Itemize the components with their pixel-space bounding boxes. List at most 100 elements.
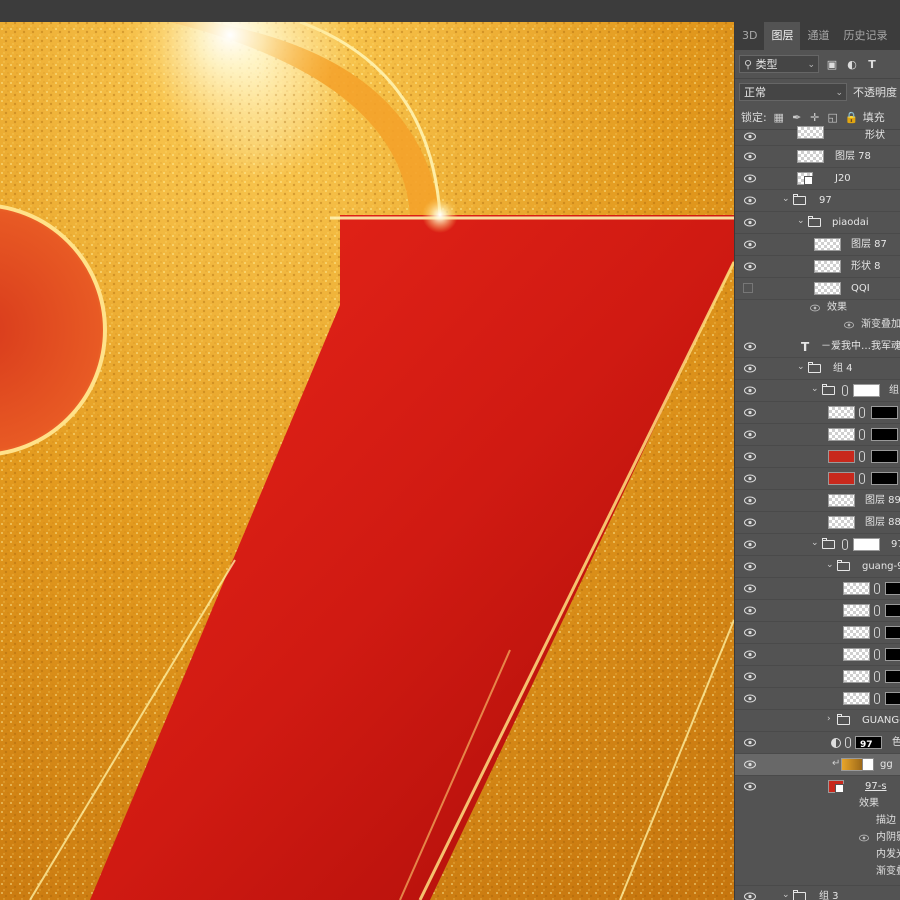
eye-icon[interactable]: [744, 452, 756, 461]
type-filter-icon[interactable]: T: [865, 57, 879, 71]
eye-icon[interactable]: [744, 152, 756, 161]
effects-label[interactable]: 效果: [810, 300, 847, 316]
layer-mask-thumbnail[interactable]: [871, 428, 898, 441]
eye-icon[interactable]: [744, 628, 756, 637]
blend-mode-select[interactable]: 正常 ⌄: [739, 83, 847, 101]
eye-icon[interactable]: [744, 364, 756, 373]
eye-icon[interactable]: [744, 132, 756, 141]
lock-move-icon[interactable]: ✛: [809, 111, 821, 124]
layer-mask-thumbnail[interactable]: [885, 626, 900, 639]
tab-history[interactable]: 历史记录: [836, 22, 894, 50]
group-row-97b[interactable]: ⌄ 97: [735, 534, 900, 556]
eye-icon[interactable]: [744, 540, 756, 549]
eye-icon[interactable]: [744, 892, 756, 900]
eye-icon[interactable]: [744, 408, 756, 417]
eye-icon[interactable]: [844, 321, 854, 329]
tab-channels[interactable]: 通道: [800, 22, 836, 50]
eye-icon[interactable]: [744, 386, 756, 395]
lock-artboard-icon[interactable]: ◱: [827, 111, 839, 124]
eye-icon[interactable]: [859, 834, 869, 842]
effect-gradient-overlay-2[interactable]: 渐变叠加: [876, 864, 900, 880]
group-row-guang[interactable]: ⌄ guang-9: [735, 556, 900, 578]
layer-mask-thumbnail[interactable]: [853, 384, 880, 397]
tab-layers[interactable]: 图层: [764, 22, 801, 50]
eye-icon[interactable]: [744, 562, 756, 571]
layer-mask-thumbnail[interactable]: [885, 604, 900, 617]
layer-row-masked-3[interactable]: [735, 446, 900, 468]
layer-row-89[interactable]: 图层 89: [735, 490, 900, 512]
layer-row-87[interactable]: 图层 87: [735, 234, 900, 256]
link-icon[interactable]: [874, 693, 880, 704]
effect-gradient-overlay[interactable]: 渐变叠加: [844, 317, 900, 333]
layer-row-partial[interactable]: 形状: [735, 126, 900, 146]
eye-icon[interactable]: [744, 342, 756, 351]
lock-paint-icon[interactable]: ✒: [791, 111, 803, 124]
effect-stroke[interactable]: 描边: [876, 813, 896, 829]
link-icon[interactable]: [874, 649, 880, 660]
layer-row-guang-5[interactable]: [735, 666, 900, 688]
layer-mask-thumbnail[interactable]: [885, 692, 900, 705]
link-icon[interactable]: [859, 473, 865, 484]
link-icon[interactable]: [874, 583, 880, 594]
layer-row-guang-6[interactable]: [735, 688, 900, 710]
link-icon[interactable]: [859, 407, 865, 418]
eye-icon[interactable]: [744, 584, 756, 593]
link-icon[interactable]: [842, 539, 848, 550]
link-icon[interactable]: [874, 671, 880, 682]
layer-mask-thumbnail[interactable]: [871, 450, 898, 463]
lock-transparent-icon[interactable]: ▦: [773, 111, 785, 124]
eye-icon[interactable]: [744, 694, 756, 703]
eye-icon[interactable]: [744, 430, 756, 439]
group-row-3[interactable]: ⌄ 组 3: [735, 885, 900, 900]
chevron-down-icon[interactable]: ⌄: [782, 890, 790, 900]
filter-kind-select[interactable]: ⚲ 类型 ⌄: [739, 55, 819, 73]
chevron-down-icon[interactable]: ⌄: [782, 194, 790, 204]
layer-row-masked-2[interactable]: [735, 424, 900, 446]
link-icon[interactable]: [842, 385, 848, 396]
layer-mask-thumbnail[interactable]: [885, 648, 900, 661]
effects-label-2[interactable]: 效果: [859, 796, 879, 812]
layer-row-masked-4[interactable]: [735, 468, 900, 490]
eye-icon[interactable]: [744, 738, 756, 747]
group-row-4[interactable]: ⌄ 组 4: [735, 358, 900, 380]
adjustment-layer-row[interactable]: 97 色: [735, 732, 900, 754]
group-row-sub[interactable]: ⌄ 组: [735, 380, 900, 402]
layer-row-guang-1[interactable]: [735, 578, 900, 600]
eye-icon[interactable]: [810, 304, 820, 312]
link-icon[interactable]: [874, 627, 880, 638]
group-row-97[interactable]: ⌄ 97: [735, 190, 900, 212]
eye-icon[interactable]: [744, 650, 756, 659]
layer-row-guang-2[interactable]: [735, 600, 900, 622]
chevron-down-icon[interactable]: ⌄: [811, 538, 819, 548]
layer-row-97s[interactable]: 97-s: [735, 776, 900, 798]
effect-inner-glow[interactable]: 内发光: [876, 847, 900, 863]
text-layer-row[interactable]: T －爱我中…我军魂: [735, 336, 900, 358]
layer-mask-thumbnail[interactable]: [885, 670, 900, 683]
eye-icon[interactable]: [744, 240, 756, 249]
layer-row-88[interactable]: 图层 88: [735, 512, 900, 534]
adjustment-filter-icon[interactable]: ◐: [845, 57, 859, 71]
tab-3d[interactable]: 3D: [735, 22, 764, 50]
link-icon[interactable]: [874, 605, 880, 616]
layer-row-j20[interactable]: J20: [735, 168, 900, 190]
layer-mask-thumbnail[interactable]: [885, 582, 900, 595]
eye-icon[interactable]: [744, 196, 756, 205]
eye-icon[interactable]: [744, 672, 756, 681]
link-icon[interactable]: [859, 451, 865, 462]
layer-row-masked-1[interactable]: [735, 402, 900, 424]
chevron-down-icon[interactable]: ⌄: [826, 560, 834, 570]
layer-row-guang-3[interactable]: [735, 622, 900, 644]
layer-row-shape8[interactable]: 形状 8: [735, 256, 900, 278]
chevron-down-icon[interactable]: ⌄: [797, 362, 805, 372]
chevron-right-icon[interactable]: ›: [827, 714, 831, 724]
layer-row-guang-4[interactable]: [735, 644, 900, 666]
chevron-down-icon[interactable]: ⌄: [811, 384, 819, 394]
chevron-down-icon[interactable]: ⌄: [797, 216, 805, 226]
layer-mask-thumbnail[interactable]: [853, 538, 880, 551]
layer-row-78[interactable]: 图层 78: [735, 146, 900, 168]
eye-icon[interactable]: [744, 518, 756, 527]
image-filter-icon[interactable]: ▣: [825, 57, 839, 71]
link-icon[interactable]: [859, 429, 865, 440]
layer-mask-thumbnail[interactable]: [871, 472, 898, 485]
eye-icon[interactable]: [744, 760, 756, 769]
